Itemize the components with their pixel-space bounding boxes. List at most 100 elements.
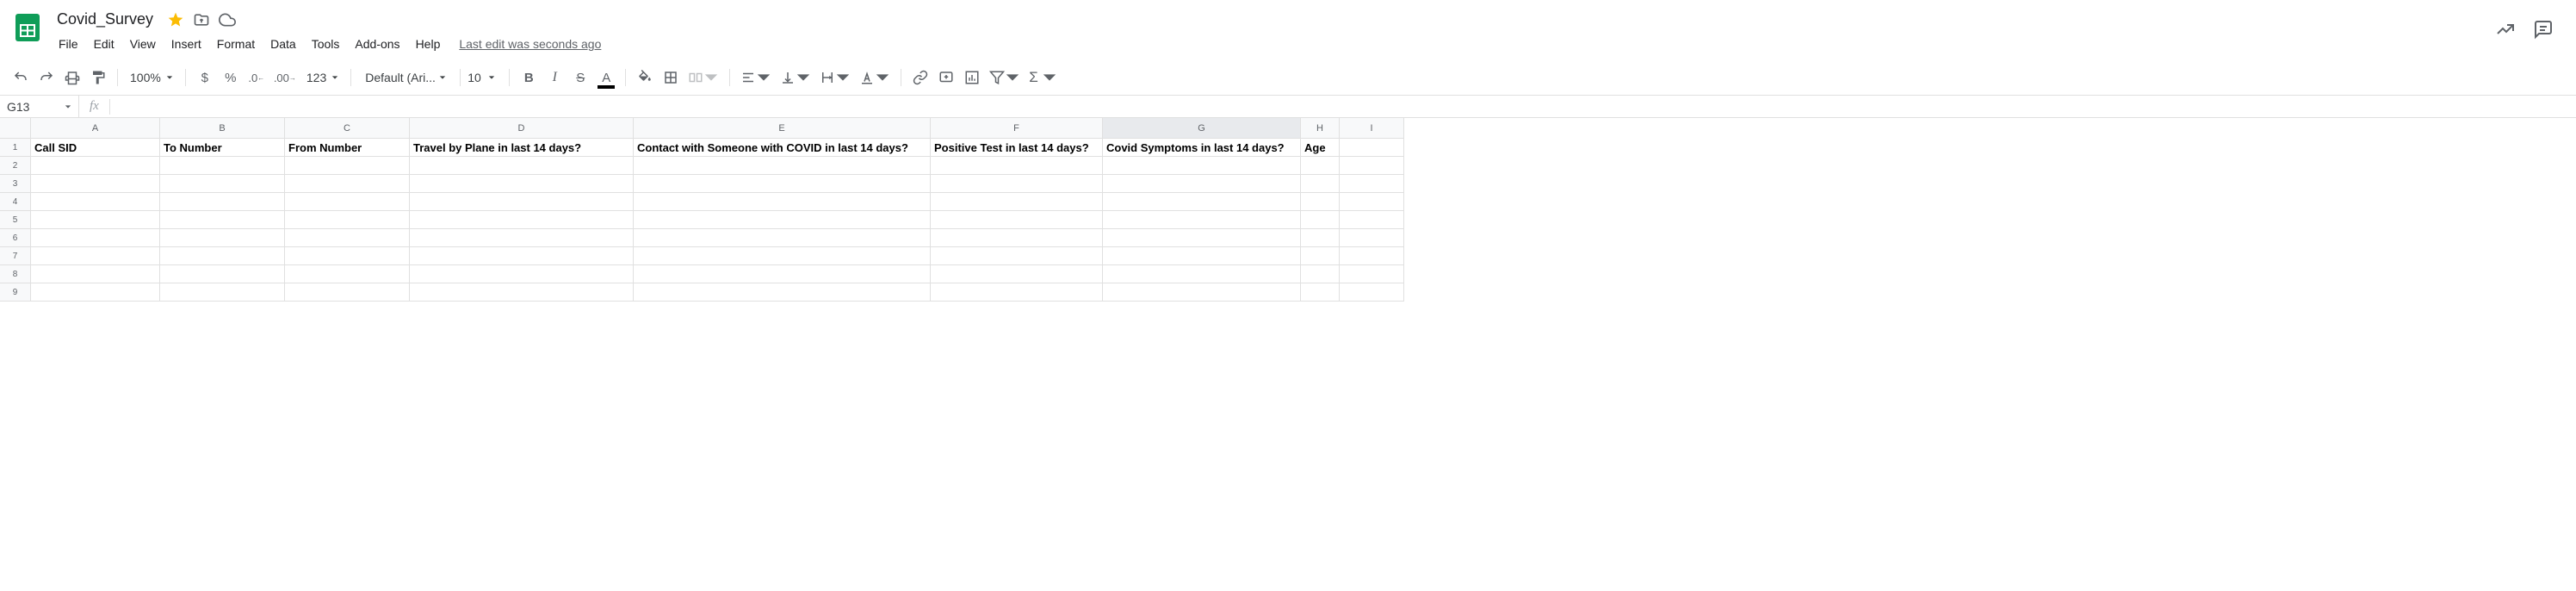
cell-D1[interactable]: Travel by Plane in last 14 days?	[410, 139, 634, 157]
formula-bar[interactable]	[110, 96, 2576, 117]
menu-data[interactable]: Data	[263, 34, 303, 54]
cell-E7[interactable]	[634, 247, 931, 265]
cell-A3[interactable]	[31, 175, 160, 193]
cell-A1[interactable]: Call SID	[31, 139, 160, 157]
cell-H7[interactable]	[1301, 247, 1340, 265]
print-button[interactable]	[60, 65, 84, 90]
cell-G5[interactable]	[1103, 211, 1301, 229]
cell-F2[interactable]	[931, 157, 1103, 175]
cell-B2[interactable]	[160, 157, 285, 175]
cell-C2[interactable]	[285, 157, 410, 175]
comments-icon[interactable]	[2533, 19, 2554, 40]
cell-D7[interactable]	[410, 247, 634, 265]
cell-E3[interactable]	[634, 175, 931, 193]
cloud-status-icon[interactable]	[219, 11, 236, 28]
menu-insert[interactable]: Insert	[164, 34, 208, 54]
cell-G3[interactable]	[1103, 175, 1301, 193]
cell-D3[interactable]	[410, 175, 634, 193]
cell-F3[interactable]	[931, 175, 1103, 193]
cell-H9[interactable]	[1301, 283, 1340, 302]
cell-F7[interactable]	[931, 247, 1103, 265]
cell-I7[interactable]	[1340, 247, 1404, 265]
cell-F6[interactable]	[931, 229, 1103, 247]
cell-B8[interactable]	[160, 265, 285, 283]
italic-button[interactable]: I	[542, 65, 567, 90]
menu-edit[interactable]: Edit	[87, 34, 121, 54]
cell-C9[interactable]	[285, 283, 410, 302]
cell-I2[interactable]	[1340, 157, 1404, 175]
cell-C7[interactable]	[285, 247, 410, 265]
cell-I9[interactable]	[1340, 283, 1404, 302]
cell-B1[interactable]: To Number	[160, 139, 285, 157]
menu-addons[interactable]: Add-ons	[348, 34, 406, 54]
cell-A4[interactable]	[31, 193, 160, 211]
cell-B3[interactable]	[160, 175, 285, 193]
cell-B4[interactable]	[160, 193, 285, 211]
decrease-decimal-button[interactable]: .0←	[245, 65, 269, 90]
star-icon[interactable]	[167, 11, 184, 28]
cell-G1[interactable]: Covid Symptoms in last 14 days?	[1103, 139, 1301, 157]
row-header-5[interactable]: 5	[0, 211, 31, 229]
cell-D8[interactable]	[410, 265, 634, 283]
sheets-logo[interactable]	[10, 10, 45, 45]
doc-title[interactable]: Covid_Survey	[52, 9, 158, 30]
column-header-F[interactable]: F	[931, 118, 1103, 139]
cell-D5[interactable]	[410, 211, 634, 229]
strikethrough-button[interactable]: S	[568, 65, 592, 90]
filter-button[interactable]	[986, 65, 1024, 90]
cell-A8[interactable]	[31, 265, 160, 283]
column-header-B[interactable]: B	[160, 118, 285, 139]
zoom-dropdown[interactable]: 100%	[125, 71, 178, 84]
cell-C3[interactable]	[285, 175, 410, 193]
menu-view[interactable]: View	[123, 34, 163, 54]
currency-button[interactable]: $	[193, 65, 217, 90]
menu-tools[interactable]: Tools	[305, 34, 347, 54]
column-header-E[interactable]: E	[634, 118, 931, 139]
cell-E4[interactable]	[634, 193, 931, 211]
cell-C4[interactable]	[285, 193, 410, 211]
column-header-A[interactable]: A	[31, 118, 160, 139]
cell-I6[interactable]	[1340, 229, 1404, 247]
cell-G4[interactable]	[1103, 193, 1301, 211]
cell-F9[interactable]	[931, 283, 1103, 302]
cell-D9[interactable]	[410, 283, 634, 302]
cell-E6[interactable]	[634, 229, 931, 247]
cell-A9[interactable]	[31, 283, 160, 302]
column-header-C[interactable]: C	[285, 118, 410, 139]
cell-F4[interactable]	[931, 193, 1103, 211]
bold-button[interactable]: B	[517, 65, 541, 90]
cell-F8[interactable]	[931, 265, 1103, 283]
row-header-1[interactable]: 1	[0, 139, 31, 157]
name-box[interactable]: G13	[0, 96, 79, 117]
text-wrap-button[interactable]	[816, 65, 854, 90]
font-family-dropdown[interactable]: Default (Ari...	[358, 71, 453, 84]
functions-button[interactable]: Σ	[1025, 65, 1061, 90]
row-header-7[interactable]: 7	[0, 247, 31, 265]
cell-H8[interactable]	[1301, 265, 1340, 283]
column-header-H[interactable]: H	[1301, 118, 1340, 139]
cell-A7[interactable]	[31, 247, 160, 265]
cell-G7[interactable]	[1103, 247, 1301, 265]
cell-B9[interactable]	[160, 283, 285, 302]
cell-I5[interactable]	[1340, 211, 1404, 229]
cell-I4[interactable]	[1340, 193, 1404, 211]
cell-I8[interactable]	[1340, 265, 1404, 283]
cell-I3[interactable]	[1340, 175, 1404, 193]
text-rotation-button[interactable]	[856, 65, 894, 90]
menu-file[interactable]: File	[52, 34, 85, 54]
select-all-corner[interactable]	[0, 118, 31, 139]
move-folder-icon[interactable]	[193, 11, 210, 28]
cell-A2[interactable]	[31, 157, 160, 175]
increase-decimal-button[interactable]: .00→	[270, 65, 300, 90]
borders-button[interactable]	[659, 65, 683, 90]
redo-button[interactable]	[34, 65, 59, 90]
cell-E9[interactable]	[634, 283, 931, 302]
cell-E8[interactable]	[634, 265, 931, 283]
undo-button[interactable]	[9, 65, 33, 90]
more-formats-dropdown[interactable]: 123	[301, 71, 344, 84]
cell-D2[interactable]	[410, 157, 634, 175]
cell-C5[interactable]	[285, 211, 410, 229]
menu-format[interactable]: Format	[210, 34, 262, 54]
cell-F5[interactable]	[931, 211, 1103, 229]
font-size-dropdown[interactable]: 10	[468, 71, 502, 84]
